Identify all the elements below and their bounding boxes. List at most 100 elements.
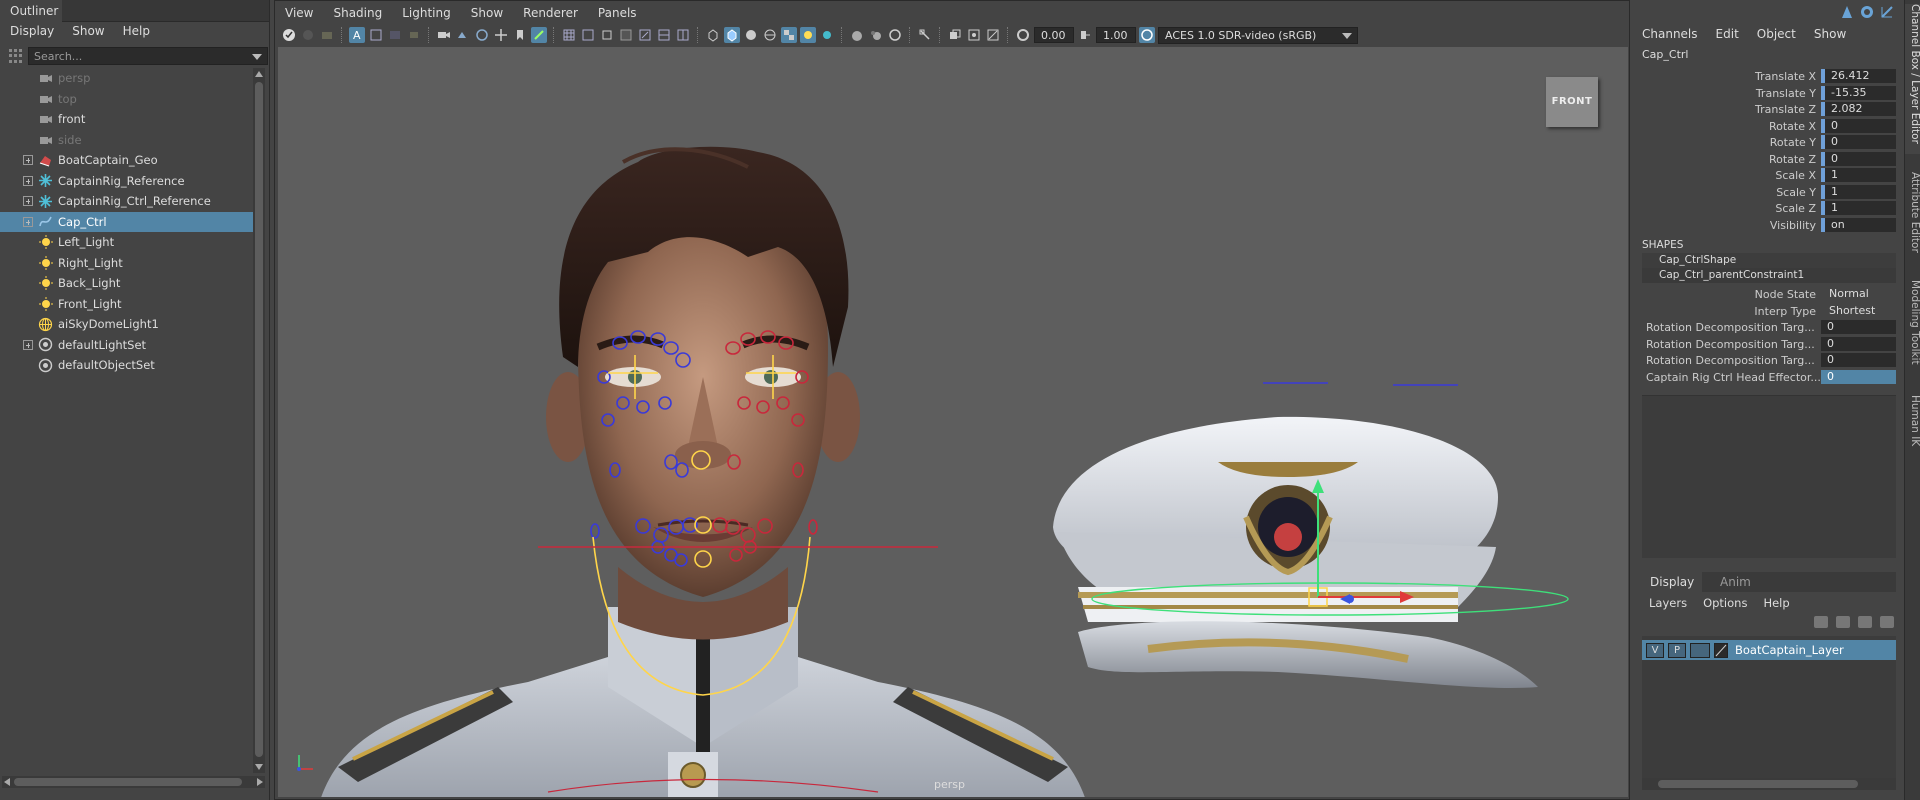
menu-object[interactable]: Object [1757, 27, 1796, 43]
constraint-attribute-value[interactable]: Normal [1821, 287, 1896, 301]
gamma-icon[interactable] [1077, 27, 1093, 43]
menu-help[interactable]: Help [123, 24, 150, 40]
constraint-attribute-row[interactable]: Interp Type Shortest [1634, 303, 1904, 320]
outliner-vertical-scrollbar[interactable] [253, 68, 265, 773]
outliner-horizontal-scrollbar[interactable] [2, 776, 265, 788]
scroll-right-arrow-icon[interactable] [257, 778, 263, 786]
resolution-gate-icon[interactable] [406, 27, 422, 43]
channel-attribute-row[interactable]: Scale Y 1 [1634, 184, 1904, 201]
menu-show[interactable]: Show [72, 24, 104, 40]
screen-space-ao-icon[interactable] [849, 27, 865, 43]
constraint-attribute-value[interactable]: 0 [1821, 369, 1896, 384]
shape-item[interactable]: Cap_CtrlShape [1642, 253, 1896, 268]
channel-box-toggle-icon[interactable] [1840, 5, 1854, 19]
lock-camera-icon[interactable] [300, 27, 316, 43]
channel-attribute-row[interactable]: Rotate Y 0 [1634, 134, 1904, 151]
xray-active-icon[interactable] [985, 27, 1001, 43]
constraint-attribute-row[interactable]: Captain Rig Ctrl Head Effector... 0 [1634, 369, 1904, 386]
move-layer-down-icon[interactable] [1836, 616, 1850, 628]
chevron-down-icon[interactable] [1342, 32, 1352, 39]
scroll-thumb[interactable] [255, 82, 263, 757]
outliner-item[interactable]: Left_Light [0, 232, 253, 253]
bookmark-icon[interactable] [512, 27, 528, 43]
channel-attribute-value[interactable]: 26.412 [1821, 69, 1896, 83]
motion-blur-icon[interactable] [868, 27, 884, 43]
constraint-attribute-value[interactable]: 0 [1821, 320, 1896, 334]
layer-name[interactable]: BoatCaptain_Layer [1735, 643, 1844, 657]
film-gate-icon[interactable] [387, 27, 403, 43]
outliner-item[interactable]: front [0, 109, 253, 130]
layer-row[interactable]: V P BoatCaptain_Layer [1642, 640, 1896, 660]
outliner-item[interactable]: CaptainRig_Reference [0, 171, 253, 192]
gamma-field[interactable]: 1.00 [1096, 27, 1136, 43]
constraint-attribute-row[interactable]: Rotation Decomposition Targ... 0 [1634, 319, 1904, 336]
menu-help[interactable]: Help [1763, 596, 1789, 612]
menu-lighting[interactable]: Lighting [402, 6, 451, 23]
constraint-attribute-value[interactable]: 0 [1821, 353, 1896, 367]
side-tab-modeling-toolkit[interactable]: Modeling Toolkit [1905, 280, 1920, 375]
menu-edit[interactable]: Edit [1716, 27, 1739, 43]
captain-cap[interactable] [1053, 416, 1538, 689]
xray-icon[interactable] [947, 27, 963, 43]
channel-attribute-row[interactable]: Scale Z 1 [1634, 200, 1904, 217]
constraint-attribute-value[interactable]: 0 [1821, 336, 1896, 351]
wireframe-cube-icon[interactable] [705, 27, 721, 43]
outliner-item[interactable]: defaultLightSet [0, 335, 253, 356]
field-chart-icon[interactable] [637, 27, 653, 43]
attribute-editor-icon[interactable] [1860, 5, 1874, 19]
view-transform-select[interactable]: ACES 1.0 SDR-video (sRGB) [1158, 26, 1358, 44]
tumble-icon[interactable] [474, 27, 490, 43]
move-layer-up-icon[interactable] [1814, 616, 1828, 628]
expand-icon[interactable] [23, 155, 33, 165]
menu-display[interactable]: Display [10, 24, 54, 40]
use-all-lights-icon[interactable] [800, 27, 816, 43]
outliner-item[interactable]: Cap_Ctrl [0, 211, 253, 232]
isolate-select-icon[interactable] [917, 27, 933, 43]
select-camera-icon[interactable] [281, 27, 297, 43]
outliner-item[interactable]: Right_Light [0, 253, 253, 274]
layer-horizontal-scrollbar[interactable] [1642, 778, 1896, 790]
side-tab-attribute-editor[interactable]: Attribute Editor [1905, 172, 1920, 262]
channel-attribute-value[interactable]: 0 [1821, 118, 1896, 133]
menu-view[interactable]: View [285, 6, 313, 23]
outliner-item[interactable]: Back_Light [0, 273, 253, 294]
outliner-item[interactable]: Front_Light [0, 294, 253, 315]
channel-attribute-row[interactable]: Translate Y -15.35 [1634, 85, 1904, 102]
channel-attribute-value[interactable]: 0 [1821, 135, 1896, 149]
layer-display-type-toggle[interactable] [1690, 643, 1710, 658]
constraint-attribute-row[interactable]: Rotation Decomposition Targ... 0 [1634, 352, 1904, 369]
outliner-item[interactable]: CaptainRig_Ctrl_Reference [0, 191, 253, 212]
camera-icon[interactable] [436, 27, 452, 43]
default-material-icon[interactable] [743, 27, 759, 43]
scroll-down-arrow-icon[interactable] [255, 764, 263, 770]
layer-visibility-toggle[interactable]: V [1646, 643, 1664, 658]
view-cube[interactable]: FRONT [1546, 77, 1598, 127]
menu-layers[interactable]: Layers [1649, 596, 1687, 612]
constraint-attribute-row[interactable]: Rotation Decomposition Targ... 0 [1634, 336, 1904, 353]
film-gate-toggle-icon[interactable] [580, 27, 596, 43]
channel-attribute-value[interactable]: 1 [1821, 168, 1896, 182]
checker-icon[interactable] [781, 27, 797, 43]
tool-settings-icon[interactable] [1880, 5, 1894, 19]
channel-attribute-value[interactable]: 2.082 [1821, 102, 1896, 116]
outliner-item[interactable]: side [0, 130, 253, 151]
menu-panels[interactable]: Panels [598, 6, 637, 23]
expand-icon[interactable] [23, 196, 33, 206]
expand-icon[interactable] [23, 175, 33, 186]
grid-toggle-icon[interactable] [561, 27, 577, 43]
camera-attributes-icon[interactable] [319, 27, 335, 43]
outliner-item[interactable]: defaultObjectSet [0, 355, 253, 376]
wireframe-pencil-icon[interactable] [531, 27, 547, 43]
channel-attribute-value[interactable]: 0 [1821, 151, 1896, 166]
grid-icon[interactable] [368, 27, 384, 43]
image-plane-icon[interactable]: A [349, 27, 365, 43]
side-tab-channel-box[interactable]: Channel Box / Layer Editor [1905, 4, 1920, 154]
menu-show[interactable]: Show [1814, 27, 1846, 43]
channel-attribute-row[interactable]: Rotate Z 0 [1634, 151, 1904, 168]
outliner-item[interactable]: top [0, 89, 253, 110]
bookmark-camera-icon[interactable] [455, 27, 471, 43]
exposure-icon[interactable] [1015, 27, 1031, 43]
channel-attribute-value[interactable]: -15.35 [1821, 85, 1896, 100]
xray-joints-icon[interactable] [966, 27, 982, 43]
expand-icon[interactable] [23, 339, 33, 350]
